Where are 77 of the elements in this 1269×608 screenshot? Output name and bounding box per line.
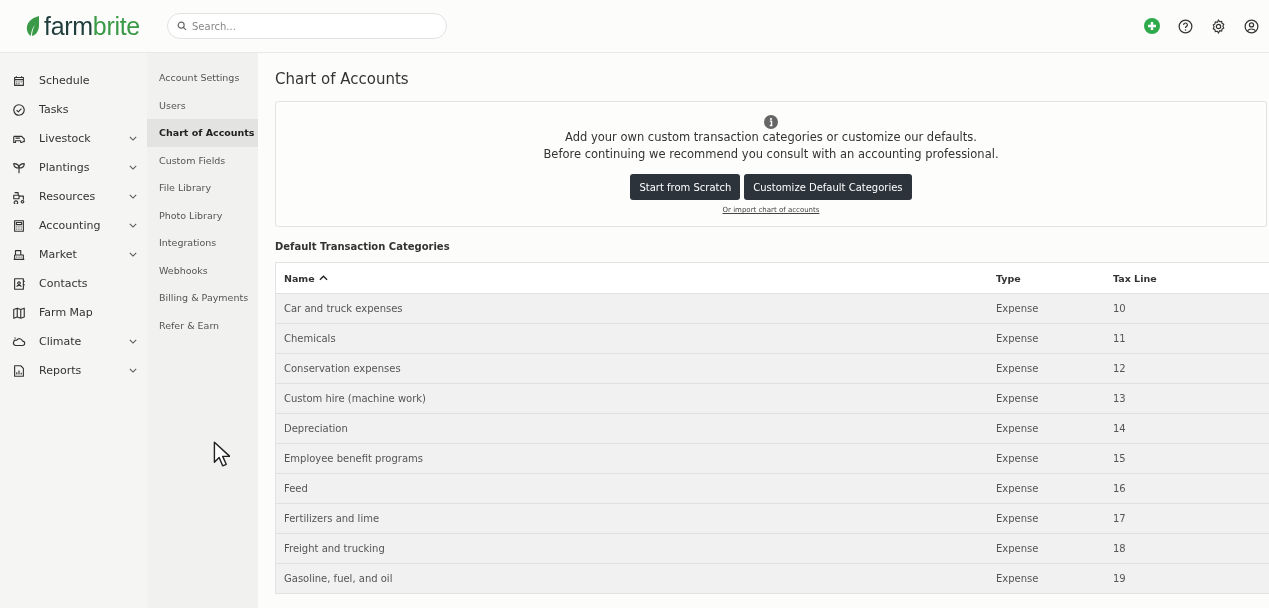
column-header[interactable]: Tax Line (1105, 263, 1269, 293)
settings-icon[interactable] (1211, 18, 1226, 34)
column-header[interactable]: Name (276, 263, 988, 293)
notice-text: Add your own custom transaction categories or customize our defaults. (565, 129, 977, 146)
calculator-icon (12, 218, 26, 233)
page-title: Chart of Accounts (275, 69, 410, 89)
info-icon (764, 115, 778, 129)
table-cell-text: Car and truck expenses (283, 302, 404, 316)
table-cell-text: Custom hire (machine work) (283, 392, 427, 406)
nav-item[interactable]: Tasks (0, 95, 147, 124)
table-cell-text: Freight and trucking (283, 542, 386, 556)
table-cell-text: Expense (995, 542, 1040, 556)
report-icon (12, 363, 26, 378)
table-cell-text: 13 (1112, 392, 1127, 406)
table-cell-text: 17 (1112, 512, 1127, 526)
table-cell-text: Expense (995, 332, 1040, 346)
settings-menu-item[interactable]: Custom Fields (147, 146, 258, 174)
table-cell-text: 18 (1112, 542, 1127, 556)
settings-menu-item[interactable]: Chart of Accounts (147, 119, 258, 147)
table-cell-text: Expense (995, 302, 1040, 316)
nav-item[interactable]: Livestock (0, 124, 147, 153)
table-cell-text: 16 (1112, 482, 1127, 496)
table-cell-text: 10 (1112, 302, 1127, 316)
nav-item[interactable]: Resources (0, 182, 147, 211)
table-cell-text: Expense (995, 482, 1040, 496)
table-cell-text: Expense (995, 452, 1040, 466)
sprout-icon (12, 160, 26, 175)
table-cell-text: Gasoline, fuel, and oil (283, 572, 394, 586)
help-icon[interactable] (1178, 18, 1193, 34)
mouse-pointer-icon (213, 441, 230, 467)
nav-item[interactable]: Plantings (0, 153, 147, 182)
table-cell-text: Employee benefit programs (283, 452, 424, 466)
check-icon (12, 102, 26, 117)
add-icon[interactable] (1144, 18, 1160, 34)
table-cell-text: 12 (1112, 362, 1127, 376)
table-cell-text: 11 (1112, 332, 1127, 346)
table-cell-text: Expense (995, 362, 1040, 376)
nav-item[interactable]: Schedule (0, 66, 147, 95)
settings-menu-item[interactable]: Integrations (147, 229, 258, 257)
settings-menu-item[interactable]: Refer & Earn (147, 311, 258, 339)
nav-item[interactable]: Accounting (0, 211, 147, 240)
table-cell-text: Expense (995, 392, 1040, 406)
user-icon[interactable] (1244, 18, 1259, 34)
search-field[interactable]: Search... (167, 13, 447, 39)
table-cell-text: Expense (995, 422, 1040, 436)
table-cell-text: Chemicals (283, 332, 337, 346)
map-icon (12, 305, 26, 320)
table-cell-text: 15 (1112, 452, 1127, 466)
table-cell-text: 19 (1112, 572, 1127, 586)
table-cell-text: Feed (283, 482, 309, 496)
settings-menu-item[interactable]: Webhooks (147, 256, 258, 284)
nav-item[interactable]: Farm Map (0, 298, 147, 327)
table-cell-text: Conservation expenses (283, 362, 402, 376)
action-button[interactable]: Customize Default Categories (744, 174, 912, 200)
settings-menu-item[interactable]: Photo Library (147, 201, 258, 229)
search-icon (177, 21, 187, 31)
action-button[interactable]: Start from Scratch (630, 174, 741, 200)
settings-menu-item[interactable]: Account Settings (147, 64, 258, 92)
table-cell-text: Depreciation (283, 422, 349, 436)
nav-item[interactable]: Climate (0, 327, 147, 356)
nav-item[interactable]: Reports (0, 356, 147, 385)
nav-item[interactable]: Contacts (0, 269, 147, 298)
table-cell-text: Expense (995, 572, 1040, 586)
table-cell-text: Fertilizers and lime (283, 512, 381, 526)
settings-menu-item[interactable]: Users (147, 91, 258, 119)
notice-text: Before continuing we recommend you consult with an accounting professional. (543, 146, 999, 163)
table-cell-text: 14 (1112, 422, 1127, 436)
table-cell-text: Expense (995, 512, 1040, 526)
leaf-logo-icon (25, 15, 41, 37)
calendar-icon (12, 73, 26, 88)
brand-logo-text: farmbrite (44, 11, 140, 41)
section-title: Default Transaction Categories (275, 241, 451, 252)
settings-menu-item[interactable]: Billing & Payments (147, 284, 258, 312)
nav-item[interactable]: Market (0, 240, 147, 269)
column-header[interactable]: Type (988, 263, 1105, 293)
contact-icon (12, 276, 26, 291)
settings-menu-item[interactable]: File Library (147, 174, 258, 202)
